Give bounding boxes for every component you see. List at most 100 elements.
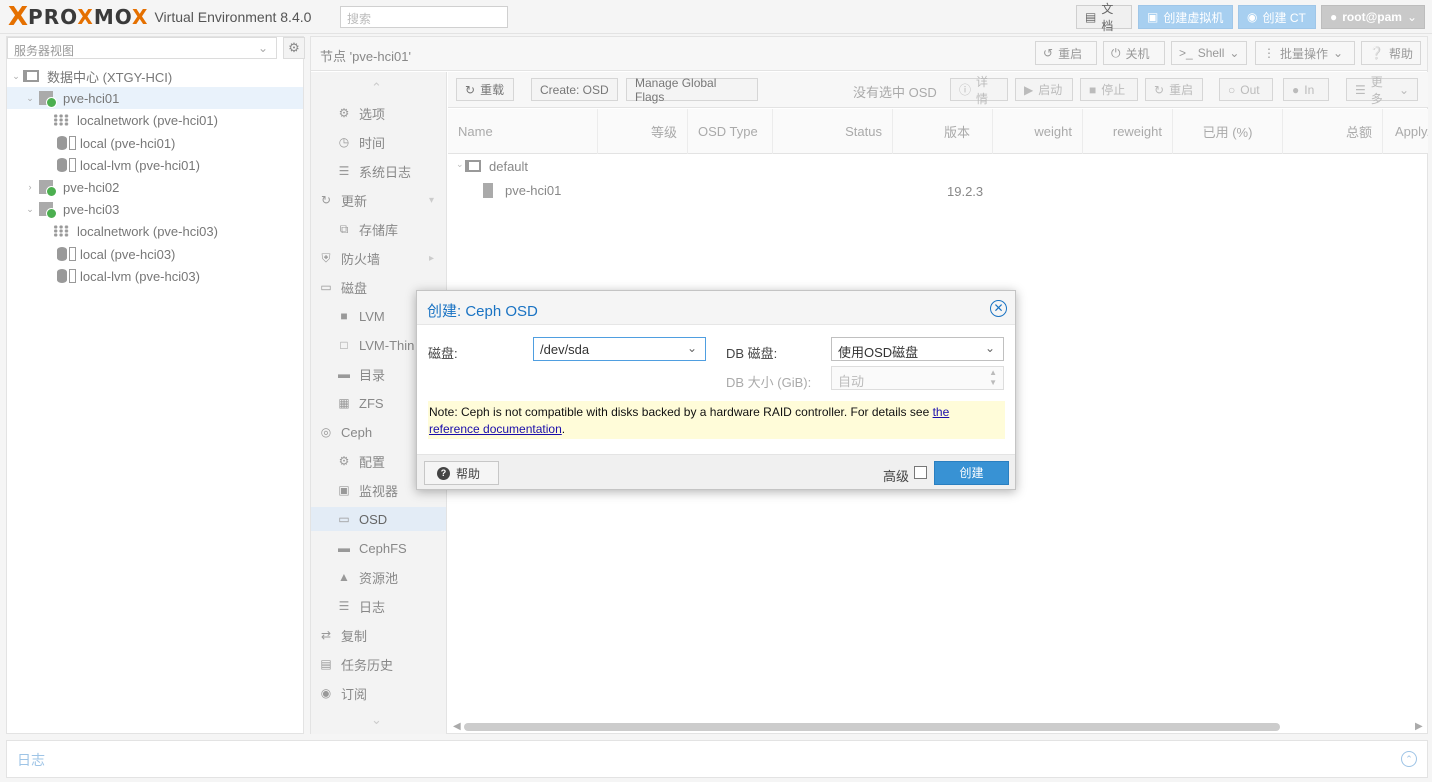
menu-item-options[interactable]: ⚙ 选项	[311, 101, 446, 125]
create-ct-button[interactable]: ◉ 创建 CT	[1238, 5, 1316, 29]
menu-item-pools[interactable]: ▲ 资源池	[311, 565, 446, 589]
menu-item-time[interactable]: ◷ 时间	[311, 130, 446, 154]
osd-row-default[interactable]: ⌄ default	[448, 155, 1428, 179]
note-link-part-1[interactable]: the	[933, 405, 950, 419]
expand-icon: ⌄	[12, 70, 20, 81]
tree-item-local-lvm-hci01[interactable]: local-lvm (pve-hci01)	[7, 154, 303, 176]
chevron-up-icon[interactable]: ⌃	[1401, 751, 1417, 767]
reload-button[interactable]: ↻ 重载	[456, 78, 514, 101]
details-label: 详情	[976, 74, 989, 106]
tree-item-datacenter[interactable]: ⌄ 数据中心 (XTGY-HCI)	[7, 65, 303, 87]
menu-item-subscription[interactable]: ◉ 订阅	[311, 681, 446, 705]
menu-item-label: 防火墙	[341, 251, 381, 267]
create-button[interactable]: 创建	[934, 461, 1009, 485]
column-osd-type[interactable]: OSD Type	[688, 109, 773, 154]
column-latency[interactable]: Apply/Commit Latency	[1383, 109, 1428, 154]
tree-item-local-hci03[interactable]: local (pve-hci03)	[7, 243, 303, 265]
menu-item-osd[interactable]: ▭ OSD	[311, 507, 446, 531]
column-used[interactable]: 已用 (%)	[1173, 109, 1283, 154]
spinner-icon[interactable]: ▲ ▼	[989, 368, 997, 388]
db-disk-select[interactable]: 使用OSD磁盘 ⌄	[831, 337, 1004, 361]
menu-item-label: 磁盘	[341, 280, 368, 296]
column-label: 版本	[943, 125, 970, 140]
disk-select[interactable]: /dev/sda ⌄	[533, 337, 706, 361]
scroll-left-icon[interactable]: ◀	[453, 721, 461, 732]
reference-documentation-link[interactable]: reference documentation	[429, 422, 562, 436]
db-size-input[interactable]: 自动 ▲ ▼	[831, 366, 1004, 390]
stop-button[interactable]: ■ 停止	[1080, 78, 1138, 101]
bulk-label: 批量操作	[1280, 46, 1329, 61]
reload-label: 重载	[480, 83, 505, 97]
tree-item-pve-hci03[interactable]: ⌄ pve-hci03	[7, 198, 303, 220]
column-label: 已用 (%)	[1202, 125, 1253, 140]
menu-item-updates[interactable]: ↻ 更新 ▾	[311, 188, 446, 212]
node-help-button[interactable]: ❔ 帮助	[1361, 41, 1421, 65]
shell-label: Shell	[1197, 46, 1225, 60]
create-osd-button[interactable]: Create: OSD	[531, 78, 618, 101]
column-version[interactable]: 版本	[893, 109, 993, 154]
view-selector[interactable]: 服务器视图 ⌄	[7, 37, 277, 59]
chevron-right-icon: ▸	[428, 252, 434, 264]
advanced-checkbox[interactable]	[914, 466, 927, 479]
osd-row-host[interactable]: pve-hci01 19.2.3	[448, 179, 1428, 203]
tree-item-pve-hci02[interactable]: › pve-hci02	[7, 176, 303, 198]
tree-item-localnetwork-hci03[interactable]: localnetwork (pve-hci03)	[7, 220, 303, 242]
menu-item-label: 日志	[359, 599, 386, 615]
out-button[interactable]: ○ Out	[1219, 78, 1273, 101]
manage-global-flags-button[interactable]: Manage Global Flags	[626, 76, 758, 104]
dialog-title: 创建: Ceph OSD	[427, 303, 538, 320]
more-button[interactable]: ☰ 更多 ⌄	[1346, 75, 1418, 106]
details-button[interactable]: ⓘ 详情	[950, 75, 1008, 106]
menu-item-label: 监视器	[359, 483, 399, 499]
tree-item-local-lvm-hci03[interactable]: local-lvm (pve-hci03)	[7, 265, 303, 287]
help-label: 帮助	[1388, 46, 1413, 61]
in-button[interactable]: ● In	[1283, 78, 1329, 101]
dialog-header: 创建: Ceph OSD ✕	[417, 291, 1015, 325]
user-menu-button[interactable]: ● root@pam ⌄	[1321, 5, 1425, 29]
search-input[interactable]: 搜索	[340, 6, 508, 28]
menu-scroll-up-icon[interactable]: ⌃	[371, 76, 391, 100]
menu-item-syslog[interactable]: ☰ 系统日志	[311, 159, 446, 183]
column-label: Name	[458, 124, 493, 139]
scroll-right-icon[interactable]: ▶	[1415, 721, 1423, 732]
dialog-help-button[interactable]: ? 帮助	[424, 461, 499, 485]
column-status[interactable]: Status	[773, 109, 893, 154]
menu-item-cephfs[interactable]: ▬ CephFS	[311, 536, 446, 560]
tree-item-localnetwork-hci01[interactable]: localnetwork (pve-hci01)	[7, 109, 303, 131]
refresh-icon: ↻	[320, 193, 332, 207]
user-icon: ●	[1330, 10, 1338, 24]
restart-button[interactable]: ↻ 重启	[1145, 78, 1203, 101]
create-osd-label: Create: OSD	[540, 82, 609, 97]
menu-scroll-down-icon[interactable]: ⌄	[371, 708, 391, 732]
shell-button[interactable]: >_ Shell ⌄	[1171, 41, 1247, 65]
tree-item-local-hci01[interactable]: local (pve-hci01)	[7, 132, 303, 154]
column-name[interactable]: Name	[448, 109, 598, 154]
tree-item-pve-hci01[interactable]: ⌄ pve-hci01	[7, 87, 303, 109]
refresh-icon: ↻	[465, 82, 476, 97]
column-class[interactable]: 等级	[598, 109, 688, 154]
menu-item-label: 更新	[341, 193, 368, 209]
chevron-down-icon: ▾	[428, 194, 434, 206]
help-label: 帮助	[456, 466, 481, 481]
docs-button[interactable]: ▤ 文档	[1076, 2, 1132, 33]
menu-item-replication[interactable]: ⇄ 复制	[311, 623, 446, 647]
menu-item-repositories[interactable]: ⧉ 存储库	[311, 217, 446, 241]
shutdown-button[interactable]: ⏻ 关机	[1103, 41, 1165, 65]
start-button[interactable]: ▶ 启动	[1015, 78, 1073, 101]
menu-item-ceph-log[interactable]: ☰ 日志	[311, 594, 446, 618]
column-total[interactable]: 总额	[1283, 109, 1383, 154]
top-bar: X PROXMOX Virtual Environment 8.4.0 搜索 ▤…	[0, 0, 1432, 34]
reboot-button[interactable]: ↺ 重启	[1035, 41, 1097, 65]
bulk-actions-button[interactable]: ⋮ 批量操作 ⌄	[1255, 41, 1355, 65]
close-icon[interactable]: ✕	[990, 300, 1007, 317]
create-ceph-osd-dialog: 创建: Ceph OSD ✕ 磁盘: /dev/sda ⌄ DB 磁盘: 使用O…	[416, 290, 1016, 490]
column-reweight[interactable]: reweight	[1083, 109, 1173, 154]
menu-item-firewall[interactable]: ⛨ 防火墙 ▸	[311, 246, 446, 270]
menu-item-task-history[interactable]: ▤ 任务历史	[311, 652, 446, 676]
create-vm-button[interactable]: ▣ 创建虚拟机	[1138, 5, 1233, 29]
gear-icon[interactable]: ⚙	[283, 37, 305, 59]
horizontal-scrollbar[interactable]	[464, 723, 1280, 731]
column-label: Status	[845, 124, 882, 139]
undo-icon: ↺	[1043, 46, 1054, 60]
column-weight[interactable]: weight	[993, 109, 1083, 154]
